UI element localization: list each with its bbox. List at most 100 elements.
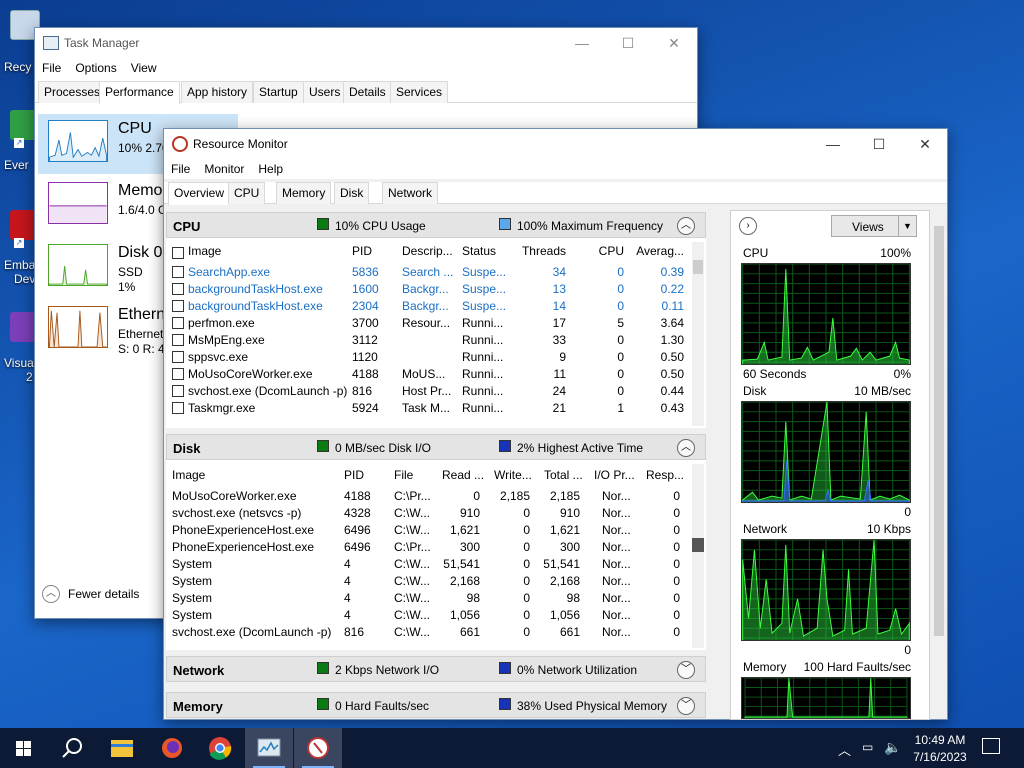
tab-users[interactable]: Users bbox=[303, 81, 347, 103]
tab-cpu[interactable]: CPU bbox=[228, 182, 266, 204]
table-row[interactable]: Taskmgr.exe 5924 Task M... Runni... 21 1 0.43 bbox=[166, 400, 692, 417]
views-dropdown[interactable]: Views ▼ bbox=[831, 215, 917, 237]
row-checkbox[interactable] bbox=[172, 317, 184, 329]
row-checkbox[interactable] bbox=[172, 283, 184, 295]
table-row[interactable]: svchost.exe (DcomLaunch -p) 816 Host Pr...… bbox=[166, 383, 692, 400]
column-header-description[interactable]: Descrip... bbox=[402, 244, 457, 258]
task-manager-titlebar[interactable]: Task Manager — ☐ ✕ bbox=[35, 28, 697, 58]
menu-options[interactable]: Options bbox=[68, 58, 123, 78]
cpu-section-header[interactable]: CPU 10% CPU Usage 100% Maximum Frequency… bbox=[166, 212, 706, 238]
table-row[interactable]: MsMpEng.exe 3112 Runni... 33 0 1.30 bbox=[166, 332, 692, 349]
scrollbar-thumb[interactable] bbox=[692, 538, 704, 552]
table-row[interactable]: PhoneExperienceHost.exe 6496 C:\Pr... 300 0 3… bbox=[166, 539, 692, 556]
notifications-icon[interactable] bbox=[982, 738, 1000, 754]
collapse-chevron-up-icon[interactable]: ︿ bbox=[677, 217, 695, 235]
row-checkbox[interactable] bbox=[172, 266, 184, 278]
menu-help[interactable]: Help bbox=[251, 159, 290, 179]
overview-scrollbar[interactable] bbox=[710, 212, 722, 718]
graph-panel-scrollbar[interactable] bbox=[933, 212, 945, 718]
table-row[interactable]: MoUsoCoreWorker.exe 4188 MoUS... Runni... 11… bbox=[166, 366, 692, 383]
maximize-button[interactable]: ☐ bbox=[605, 28, 651, 58]
table-row[interactable]: SearchApp.exe 5836 Search ... Suspe... 34 0 0.… bbox=[166, 264, 692, 281]
table-row[interactable]: svchost.exe (netsvcs -p) 4328 C:\W... 910 0 9… bbox=[166, 505, 692, 522]
column-header-average[interactable]: Averag... bbox=[632, 244, 684, 258]
menu-file[interactable]: File bbox=[164, 159, 197, 179]
menu-view[interactable]: View bbox=[124, 58, 164, 78]
table-row[interactable]: backgroundTaskHost.exe 1600 Backgr... Suspe… bbox=[166, 281, 692, 298]
table-row[interactable]: svchost.exe (DcomLaunch -p) 816 C:\W... 661… bbox=[166, 624, 692, 641]
select-all-checkbox[interactable] bbox=[172, 247, 184, 259]
table-row[interactable]: System 4 C:\W... 98 0 98 Nor... 0 bbox=[166, 590, 692, 607]
row-checkbox[interactable] bbox=[172, 368, 184, 380]
collapse-chevron-up-icon[interactable]: ︿ bbox=[677, 439, 695, 457]
minimize-button[interactable]: — bbox=[559, 28, 605, 58]
column-header-read[interactable]: Read ... bbox=[442, 468, 486, 482]
resource-monitor-taskbar-button[interactable] bbox=[294, 728, 342, 768]
chrome-button[interactable] bbox=[196, 728, 244, 768]
column-header-file[interactable]: File bbox=[394, 468, 434, 482]
column-header-write[interactable]: Write... bbox=[494, 468, 538, 482]
table-row[interactable]: sppsvc.exe 1120 Runni... 9 0 0.50 bbox=[166, 349, 692, 366]
table-row[interactable]: PhoneExperienceHost.exe 6496 C:\W... 1,621 0… bbox=[166, 522, 692, 539]
tab-overview[interactable]: Overview bbox=[168, 182, 231, 205]
close-button[interactable]: ✕ bbox=[651, 28, 697, 58]
tab-services[interactable]: Services bbox=[390, 81, 449, 103]
column-header-status[interactable]: Status bbox=[462, 244, 512, 258]
disk-list-scrollbar[interactable] bbox=[692, 464, 704, 648]
table-row[interactable]: System 4 C:\W... 1,056 0 1,056 Nor... 0 bbox=[166, 607, 692, 624]
scrollbar-thumb[interactable] bbox=[693, 260, 703, 274]
collapse-panel-chevron-right-icon[interactable]: › bbox=[739, 217, 757, 235]
table-row[interactable]: System 4 C:\W... 51,541 0 51,541 Nor... 0 bbox=[166, 556, 692, 573]
start-button[interactable] bbox=[0, 728, 48, 768]
column-header-image[interactable]: Image bbox=[172, 468, 322, 482]
expand-chevron-down-icon[interactable]: ﹀ bbox=[677, 661, 695, 679]
clock-date[interactable]: 7/16/2023 bbox=[910, 750, 970, 764]
file-explorer-button[interactable] bbox=[98, 728, 146, 768]
menu-monitor[interactable]: Monitor bbox=[197, 159, 251, 179]
tab-disk[interactable]: Disk bbox=[334, 182, 370, 204]
menu-file[interactable]: File bbox=[35, 58, 68, 78]
memory-section-header[interactable]: Memory 0 Hard Faults/sec 38% Used Physic… bbox=[166, 692, 706, 718]
column-header-pid[interactable]: PID bbox=[344, 468, 384, 482]
column-header-total[interactable]: Total ... bbox=[544, 468, 588, 482]
cpu-list-scrollbar[interactable] bbox=[692, 242, 704, 426]
tab-network[interactable]: Network bbox=[382, 182, 439, 204]
column-header-cpu[interactable]: CPU bbox=[576, 244, 624, 258]
tab-startup[interactable]: Startup bbox=[253, 81, 304, 103]
row-checkbox[interactable] bbox=[172, 334, 184, 346]
row-checkbox[interactable] bbox=[172, 351, 184, 363]
task-manager-taskbar-button[interactable] bbox=[245, 728, 293, 768]
table-row[interactable]: perfmon.exe 3700 Resour... Runni... 17 5 3.64 bbox=[166, 315, 692, 332]
column-header-response[interactable]: Resp... bbox=[646, 468, 686, 482]
row-checkbox[interactable] bbox=[172, 385, 184, 397]
column-header-io-priority[interactable]: I/O Pr... bbox=[594, 468, 638, 482]
column-header-pid[interactable]: PID bbox=[352, 244, 392, 258]
tab-processes[interactable]: Processes bbox=[38, 81, 107, 103]
tab-performance[interactable]: Performance bbox=[99, 81, 180, 104]
row-checkbox[interactable] bbox=[172, 300, 184, 312]
row-checkbox[interactable] bbox=[172, 402, 184, 414]
tab-details[interactable]: Details bbox=[343, 81, 392, 103]
firefox-button[interactable] bbox=[148, 728, 196, 768]
search-button[interactable] bbox=[48, 728, 96, 768]
column-header-threads[interactable]: Threads bbox=[518, 244, 566, 258]
table-row[interactable]: backgroundTaskHost.exe 2304 Backgr... Suspe… bbox=[166, 298, 692, 315]
table-row[interactable]: MoUsoCoreWorker.exe 4188 C:\Pr... 0 2,185 2,1… bbox=[166, 488, 692, 505]
scrollbar-thumb[interactable] bbox=[934, 226, 944, 636]
resource-monitor-titlebar[interactable]: Resource Monitor — ☐ ✕ bbox=[164, 129, 947, 159]
minimize-button[interactable]: — bbox=[810, 129, 856, 159]
volume-muted-icon[interactable]: 🔈 bbox=[884, 739, 901, 756]
tab-app-history[interactable]: App history bbox=[181, 81, 254, 103]
expand-chevron-down-icon[interactable]: ﹀ bbox=[677, 697, 695, 715]
column-header-image[interactable]: Image bbox=[188, 244, 338, 258]
show-hidden-icons-chevron-up-icon[interactable]: ︿ bbox=[838, 740, 851, 759]
close-button[interactable]: ✕ bbox=[902, 129, 948, 159]
network-section-header[interactable]: Network 2 Kbps Network I/O 0% Network Ut… bbox=[166, 656, 706, 682]
disk-section-header[interactable]: Disk 0 MB/sec Disk I/O 2% Highest Active… bbox=[166, 434, 706, 460]
table-row[interactable]: System 4 C:\W... 2,168 0 2,168 Nor... 0 bbox=[166, 573, 692, 590]
tab-memory[interactable]: Memory bbox=[276, 182, 332, 204]
fewer-details-button[interactable]: ︿ Fewer details bbox=[42, 584, 172, 604]
network-tray-icon[interactable]: ▭ bbox=[862, 740, 873, 754]
maximize-button[interactable]: ☐ bbox=[856, 129, 902, 159]
clock-time[interactable]: 10:49 AM bbox=[910, 733, 970, 747]
